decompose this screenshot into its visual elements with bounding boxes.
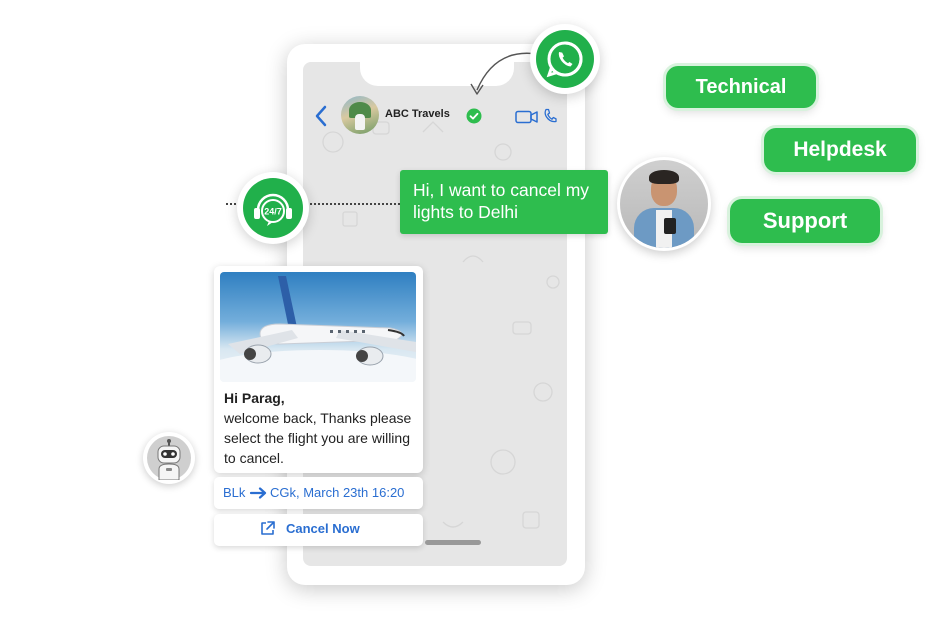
verified-check-icon xyxy=(466,108,482,124)
contact-name[interactable]: ABC Travels xyxy=(385,108,450,120)
route-from: BLk xyxy=(223,485,246,500)
card-greeting: Hi Parag, xyxy=(224,390,285,406)
technical-pill[interactable]: Technical xyxy=(666,66,816,108)
user-avatar xyxy=(617,157,711,251)
robot-icon xyxy=(147,436,191,480)
chevron-left-icon[interactable] xyxy=(312,104,330,128)
airplane-image xyxy=(220,272,416,382)
avatar-person-shape xyxy=(355,114,365,130)
arrow-right-icon xyxy=(249,487,267,499)
whatsapp-icon xyxy=(546,41,583,78)
card-body: welcome back, Thanks please select the f… xyxy=(224,410,412,466)
user-photo xyxy=(620,160,708,248)
whatsapp-badge-circle xyxy=(536,30,594,88)
external-link-icon xyxy=(261,521,275,535)
cancel-now-label[interactable]: Cancel Now xyxy=(286,521,360,536)
home-indicator xyxy=(425,540,481,545)
video-camera-icon[interactable] xyxy=(515,110,539,124)
outgoing-message-bubble: Hi, I want to cancel my lights to Delhi xyxy=(400,170,608,234)
support-pill[interactable]: Support xyxy=(730,199,880,243)
route-to: CGk, March 23th 16:20 xyxy=(270,485,405,500)
support-badge-circle: 24/7 xyxy=(243,178,303,238)
contact-avatar[interactable] xyxy=(341,96,379,134)
helpdesk-pill[interactable]: Helpdesk xyxy=(764,128,916,172)
headset-24-7-icon: 24/7 xyxy=(254,193,292,226)
phone-icon[interactable] xyxy=(543,108,557,124)
card-message: Hi Parag, welcome back, Thanks please se… xyxy=(224,388,414,468)
support-badge-label: 24/7 xyxy=(264,207,282,217)
